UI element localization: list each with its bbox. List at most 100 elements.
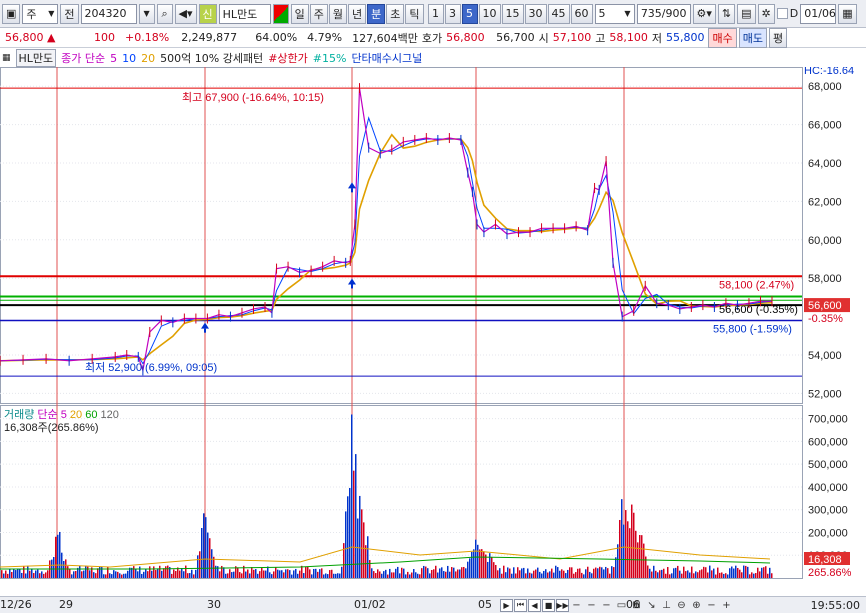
volume-bar [307, 566, 309, 578]
date-input[interactable]: 01/06 [800, 3, 837, 24]
volume-bar [257, 573, 259, 578]
speaker-icon[interactable]: ◀▾ [174, 3, 197, 24]
compare-icon[interactable]: ⇅ [717, 3, 736, 24]
calendar-icon[interactable]: ▦ [838, 3, 857, 24]
quote-strip: 56,800 ▲ 100 +0.18% 2,249,877 64.00% 4.7… [0, 27, 866, 48]
volume-bar [503, 565, 505, 578]
market-select[interactable]: 주 ▼ [22, 3, 59, 24]
ticker-tag[interactable]: HL만도 [15, 49, 57, 67]
zoom-plus-icon[interactable]: + [720, 599, 733, 612]
volume-bar [265, 570, 267, 578]
tab-month[interactable]: 월 [328, 3, 348, 24]
volume-bar [43, 573, 45, 578]
interval-input[interactable]: 5 ▼ [594, 3, 635, 24]
interval-15[interactable]: 15 [501, 3, 524, 24]
volume-bar [647, 565, 649, 578]
tab-day[interactable]: 일 [290, 3, 309, 24]
volume-bar [463, 566, 465, 578]
tab-year[interactable]: 년 [348, 3, 367, 24]
code-dropdown-icon[interactable]: ▼ [138, 3, 155, 24]
date-tick-label: 01/02 [354, 597, 386, 611]
save-icon[interactable]: ▤ [737, 3, 756, 24]
volume-bar [249, 573, 251, 578]
tab-second[interactable]: 초 [386, 3, 405, 24]
play-icon[interactable]: ▶ [500, 598, 513, 612]
volume-bar [167, 565, 169, 578]
volume-bar [309, 569, 311, 578]
buy-button[interactable]: 매수 [708, 27, 737, 48]
stock-name[interactable]: HL만도 [218, 3, 271, 24]
minus-icon-2[interactable]: − [585, 599, 598, 612]
zoom-out-icon[interactable]: ⊖ [675, 599, 688, 612]
code-input[interactable]: 204320 [80, 3, 137, 24]
minus-icon[interactable]: − [570, 599, 583, 612]
volume-bar [721, 572, 723, 578]
volume-bar [631, 504, 633, 578]
prefix-button[interactable]: 전 [60, 3, 79, 24]
chart-settings-icon[interactable]: ⚙▾ [692, 3, 716, 24]
legend-pattern1[interactable]: 500억 10% 강세패턴 [160, 50, 263, 66]
interval-10[interactable]: 10 [478, 3, 501, 24]
interval-5[interactable]: 5 [461, 3, 478, 24]
volume-bar [73, 571, 75, 578]
line-55800-label: 55,800 (-1.59%) [713, 323, 792, 335]
volume-bar [573, 573, 575, 578]
volume-bar [551, 568, 553, 578]
eval-button[interactable]: 평 [768, 27, 788, 48]
tab-week[interactable]: 주 [309, 3, 328, 24]
search-icon[interactable]: ⌕ [156, 3, 173, 24]
volume-bar [603, 569, 605, 578]
volume-bar [191, 569, 193, 578]
interval-3[interactable]: 3 [444, 3, 461, 24]
date-checkbox[interactable] [776, 8, 788, 19]
volume-bar [715, 574, 717, 578]
indicator-icon[interactable]: ⊥ [660, 599, 673, 612]
volume-bar [763, 567, 765, 578]
back-icon[interactable]: ◀ [528, 598, 541, 612]
volume-bar [315, 568, 317, 578]
interval-1[interactable]: 1 [427, 3, 444, 24]
volume-bar [627, 521, 629, 578]
quote-amount: 127,604백만 [352, 31, 418, 45]
volume-bar [259, 571, 261, 578]
minus-icon-3[interactable]: − [600, 599, 613, 612]
tab-minute[interactable]: 분 [367, 3, 386, 24]
legend-ma10[interactable]: 10 [122, 52, 136, 65]
legend-pattern3[interactable]: #15% [313, 52, 347, 65]
volume-bar [633, 512, 635, 578]
volume-bar [133, 566, 135, 578]
forward-icon[interactable]: ▶▶ [556, 598, 569, 612]
gear-icon[interactable]: ✲ [757, 3, 775, 24]
stop-icon[interactable]: ■ [542, 598, 555, 612]
price-chart[interactable]: 68,000 66,000 64,000 62,000 60,000 58,000 54,0… [0, 67, 866, 596]
rewind-icon[interactable]: ⏮ [514, 598, 527, 612]
legend-pattern4[interactable]: 단타매수시그널 [351, 50, 422, 66]
legend-ma5[interactable]: 5 [110, 52, 117, 65]
zoom-in-icon[interactable]: ⊕ [690, 599, 703, 612]
volume-bar [405, 574, 407, 578]
volume-bar [393, 572, 395, 578]
legend-ma20[interactable]: 20 [141, 52, 155, 65]
volume-bar [415, 572, 417, 578]
ma20-line [0, 133, 773, 362]
price-tick-label: 66,000 [808, 120, 842, 132]
volume-bar [379, 571, 381, 578]
legend-ma-label[interactable]: 종가 단순 [61, 50, 105, 66]
color-flag-icon[interactable] [272, 3, 289, 24]
legend-pattern2[interactable]: #상한가 [268, 50, 308, 66]
sell-button[interactable]: 매도 [738, 27, 767, 48]
volume-bar [87, 566, 89, 578]
interval-60[interactable]: 60 [570, 3, 593, 24]
interval-30[interactable]: 30 [524, 3, 547, 24]
tab-tick[interactable]: 틱 [405, 3, 424, 24]
interval-45[interactable]: 45 [547, 3, 570, 24]
trend-icon[interactable]: ↘ [645, 599, 658, 612]
volume-bar [669, 574, 671, 578]
zoom-minus-icon[interactable]: − [705, 599, 718, 612]
volume-bar [171, 573, 173, 578]
window-icon[interactable]: ▣ [2, 3, 21, 24]
volume-bar [139, 566, 141, 578]
buy-signal-arrow [348, 278, 356, 285]
volume-bar [487, 561, 489, 578]
volume-bar [195, 569, 197, 578]
